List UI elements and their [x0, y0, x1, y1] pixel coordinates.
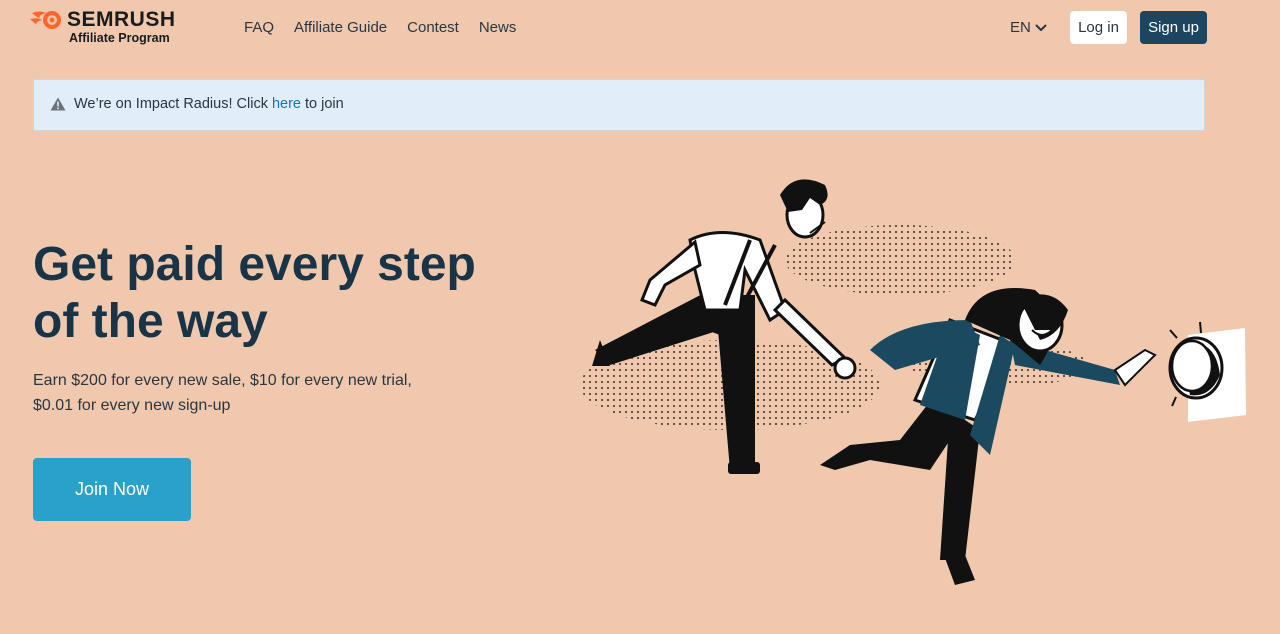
brand-subtitle: Affiliate Program — [69, 31, 170, 45]
nav-faq[interactable]: FAQ — [244, 19, 274, 36]
notice-banner: We’re on Impact Radius! Click here to jo… — [33, 79, 1205, 131]
language-selector[interactable]: EN — [1010, 19, 1047, 36]
main-nav: FAQ Affiliate Guide Contest News — [244, 19, 516, 36]
hero-illustration — [580, 179, 1246, 585]
site-header: SEMRUSH Affiliate Program FAQ Affiliate … — [0, 0, 1280, 56]
hero-title-line1: Get paid every step — [33, 238, 476, 291]
hero-subtitle-line2: $0.01 for every new sign-up — [33, 397, 231, 414]
notice-text: We’re on Impact Radius! Click here to jo… — [74, 96, 344, 112]
hero-subtitle: Earn $200 for every new sale, $10 for ev… — [33, 368, 453, 418]
woman-figure — [820, 288, 1157, 585]
hero-title: Get paid every step of the way — [33, 236, 503, 350]
nav-contest[interactable]: Contest — [407, 19, 459, 36]
notice-text-before: We’re on Impact Radius! Click — [74, 96, 272, 112]
button-graphic — [1168, 321, 1246, 422]
notice-link[interactable]: here — [272, 96, 301, 112]
nav-news[interactable]: News — [479, 19, 517, 36]
join-now-button[interactable]: Join Now — [33, 458, 191, 521]
login-button[interactable]: Log in — [1070, 11, 1127, 44]
chevron-down-icon — [1035, 24, 1047, 31]
language-label: EN — [1010, 19, 1031, 36]
hero-title-line2: of the way — [33, 295, 268, 348]
warning-icon — [50, 97, 66, 111]
semrush-logo[interactable]: SEMRUSH Affiliate Program — [30, 8, 200, 48]
hero-subtitle-line1: Earn $200 for every new sale, $10 for ev… — [33, 372, 412, 389]
notice-text-after: to join — [301, 96, 344, 112]
signup-button[interactable]: Sign up — [1140, 11, 1207, 44]
semrush-fire-icon — [30, 11, 61, 29]
brand-name: SEMRUSH — [67, 8, 176, 31]
nav-affiliate-guide[interactable]: Affiliate Guide — [294, 19, 387, 36]
dotted-shape — [785, 225, 1015, 295]
